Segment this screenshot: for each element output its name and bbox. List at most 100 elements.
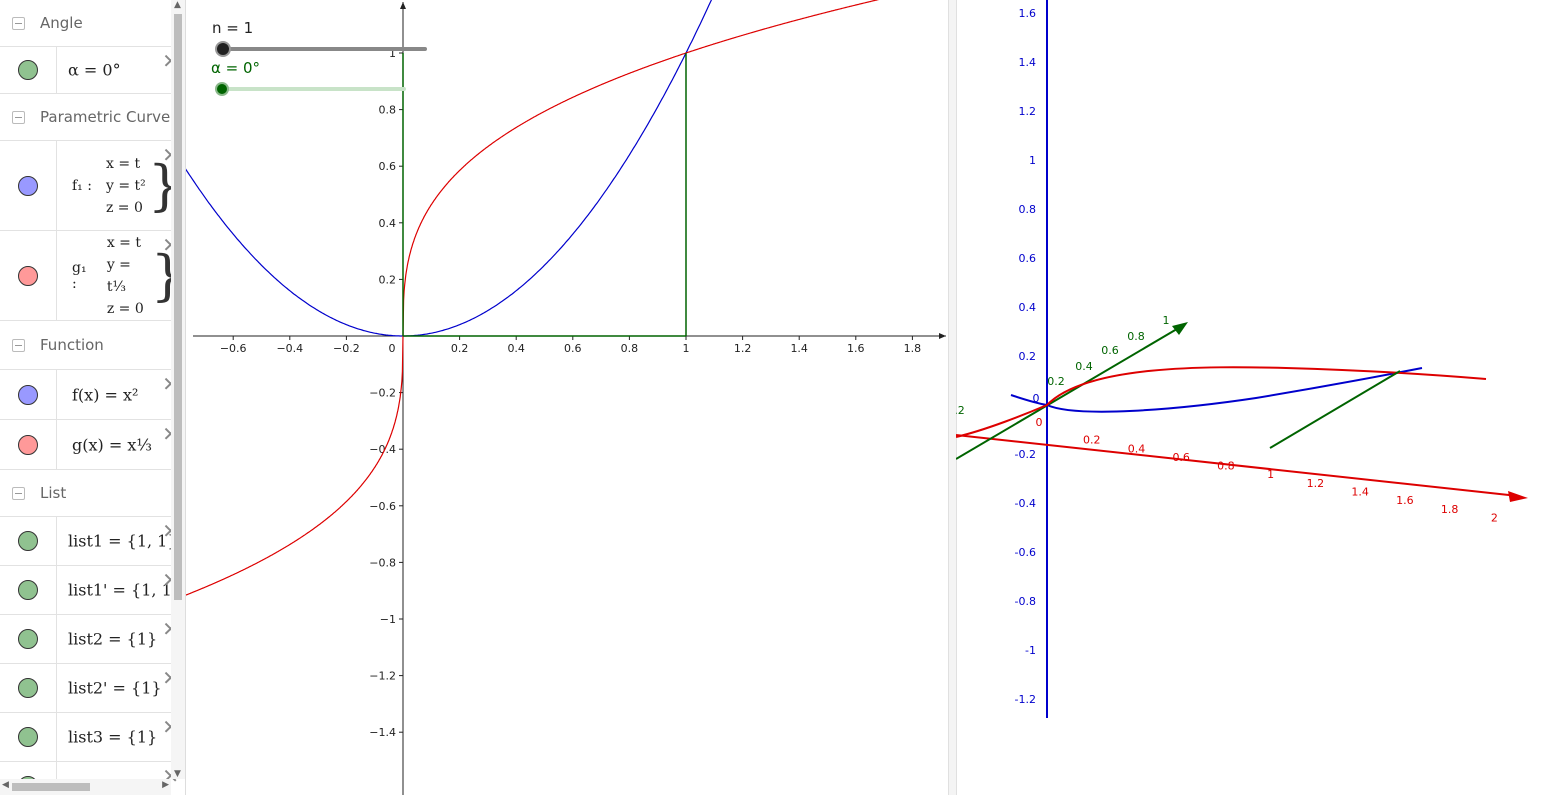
x-tick-label: 1.6 (847, 342, 865, 355)
scrollbar-thumb[interactable] (174, 14, 182, 600)
visibility-marble-icon[interactable] (18, 629, 38, 649)
y-tick-label: 0.4 (379, 217, 397, 230)
visibility-marble-icon[interactable] (18, 678, 38, 698)
algebra-expression[interactable]: list2' = {1} (68, 679, 162, 698)
y-axis-3d (956, 325, 1183, 460)
slider-alpha-handle[interactable] (215, 82, 229, 96)
z-tick-label: 1.6 (1019, 7, 1037, 20)
z-tick-label: 1 (1029, 154, 1036, 167)
algebra-expression[interactable]: f(x) = x² (72, 385, 138, 404)
z-tick-label: -0.2 (1015, 448, 1036, 461)
algebra-item-g[interactable]: g(x) = x¹⁄₃ ✕ (0, 420, 185, 470)
algebra-item-list[interactable]: list1' = {1, 1}✕ (0, 566, 185, 615)
visibility-marble-icon[interactable] (18, 175, 38, 196)
y-tick-label: −1 (380, 613, 396, 626)
x-tick-label: 1.2 (734, 342, 752, 355)
collapse-icon[interactable] (12, 111, 25, 124)
algebra-expression[interactable]: list3 = {1} (68, 728, 157, 747)
param-y: y = t¹⁄₃ (106, 256, 131, 295)
group-parametric-curve[interactable]: Parametric Curve (0, 94, 185, 141)
y-tick-label: 0.2 (379, 273, 397, 286)
y-tick-label-3d: -0.2 (956, 404, 965, 417)
z-tick-label: 0.6 (1019, 252, 1037, 265)
curve-label: g₁ : (72, 259, 87, 292)
algebra-view: Angle α = 0° ✕ Parametric Curve f₁ : x =… (0, 0, 186, 795)
graphics-view-2d[interactable]: −0.6 −0.4 −0.2 0 0.2 0.4 0.6 0.8 1 1.2 1.4 1.6 1.8 0.… (186, 0, 948, 795)
x-tick-label: −0.4 (276, 342, 303, 355)
group-angle[interactable]: Angle (0, 0, 185, 47)
algebra-item-list[interactable]: list1 = {1, 1}✕ (0, 517, 185, 566)
group-name: Function (40, 336, 104, 354)
param-x: x = t (105, 155, 141, 172)
algebra-item-list[interactable]: list2' = {1}✕ (0, 664, 185, 713)
x-tick-label-3d: 1 (1267, 468, 1274, 481)
y-tick-label: −0.2 (369, 387, 396, 400)
x-tick-label: 0 (389, 342, 396, 355)
y-tick-label-3d: 0.2 (1047, 375, 1065, 388)
z-tick-label: -1 (1025, 644, 1036, 657)
z-tick-label: 1.4 (1019, 56, 1037, 69)
scroll-down-icon[interactable]: ▼ (174, 769, 181, 779)
visibility-marble-icon[interactable] (18, 580, 38, 600)
group-list[interactable]: List (0, 470, 185, 517)
x-tick-label-3d: 1.4 (1351, 486, 1369, 499)
visibility-marble-icon[interactable] (18, 727, 38, 747)
y-tick-label: −1.4 (369, 726, 396, 739)
y-tick-label: 0.6 (379, 160, 397, 173)
x-tick-label: 0.8 (621, 342, 639, 355)
algebra-item-g1[interactable]: g₁ : x = t y = t¹⁄₃ z = 0 } ✕ (0, 231, 185, 321)
x-tick-label: 1.4 (790, 342, 808, 355)
group-name: Parametric Curve (40, 108, 171, 126)
y-tick-label-3d: 0.6 (1101, 344, 1119, 357)
y-axis-arrow-icon (1172, 322, 1188, 335)
algebra-expression[interactable]: g(x) = x¹⁄₃ (72, 435, 152, 454)
visibility-marble-icon[interactable] (18, 265, 38, 286)
z-tick-label: 0.4 (1019, 301, 1037, 314)
visibility-marble-icon[interactable] (18, 60, 38, 80)
scroll-right-icon[interactable]: ▶ (162, 780, 169, 790)
x-tick-label: 1 (683, 342, 690, 355)
param-y: y = t² (105, 177, 146, 194)
x-axis-3d (956, 434, 1519, 497)
param-z: z = 0 (106, 300, 144, 317)
algebra-item-alpha[interactable]: α = 0° ✕ (0, 47, 185, 94)
y-tick-label-3d: 0.4 (1075, 360, 1093, 373)
collapse-icon[interactable] (12, 17, 25, 30)
slider-n-label: n = 1 (212, 19, 254, 37)
algebra-item-list[interactable]: list2 = {1}✕ (0, 615, 185, 664)
horizontal-scrollbar[interactable]: ◀ ▶ (0, 779, 171, 795)
scroll-up-icon[interactable]: ▲ (174, 0, 181, 10)
algebra-expression[interactable]: list2 = {1} (68, 630, 157, 649)
slider-n-handle[interactable] (215, 41, 231, 57)
algebra-item-f1[interactable]: f₁ : x = t y = t² z = 0 } ✕ (0, 141, 185, 231)
x-tick-label-3d: 1.8 (1441, 503, 1459, 516)
visibility-marble-icon[interactable] (18, 384, 38, 405)
visibility-marble-icon[interactable] (18, 531, 38, 551)
collapse-icon[interactable] (12, 487, 25, 500)
graphics-view-3d[interactable]: 1.6 1.4 1.2 1 0.8 0.6 0.4 0.2 -0.2 -0.4 -0.6 -0.8 -1… (956, 0, 1562, 795)
scroll-left-icon[interactable]: ◀ (2, 780, 9, 790)
visibility-marble-icon[interactable] (18, 434, 38, 455)
y-tick-label: −0.6 (369, 500, 396, 513)
z-tick-label: -0.8 (1015, 595, 1036, 608)
z-tick-label: 0.8 (1019, 203, 1037, 216)
collapse-icon[interactable] (12, 339, 25, 352)
list-segment-3d[interactable] (1269, 370, 1401, 449)
y-tick-label: −0.8 (369, 556, 396, 569)
group-function[interactable]: Function (0, 321, 185, 370)
algebra-item-list[interactable]: list3 = {1}✕ (0, 713, 185, 762)
param-z: z = 0 (105, 199, 143, 216)
x-axis-arrow-icon (939, 333, 946, 339)
y-axis-arrow-icon (400, 2, 406, 9)
scrollbar-thumb[interactable] (12, 783, 90, 791)
y-tick-label-3d: 1 (1163, 314, 1170, 327)
algebra-item-f[interactable]: f(x) = x² ✕ (0, 370, 185, 420)
x-tick-label-3d: 2 (1491, 511, 1498, 524)
vertical-scrollbar[interactable]: ▲ ▼ (171, 0, 185, 779)
y-tick-label-3d: 0.8 (1127, 330, 1145, 343)
group-name: List (40, 484, 67, 502)
algebra-expression[interactable]: list1 = {1, 1} (68, 532, 178, 551)
x-tick-label-3d: 0.6 (1172, 451, 1190, 464)
x-tick-label: 1.8 (904, 342, 922, 355)
algebra-expression[interactable]: α = 0° (68, 61, 121, 80)
